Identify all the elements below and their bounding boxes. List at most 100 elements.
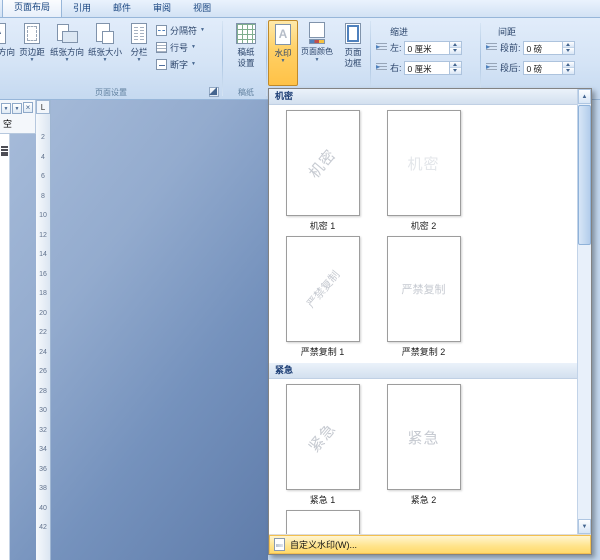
watermark-text: 机密 xyxy=(407,153,439,174)
watermark-option[interactable]: 机密 机密 1 xyxy=(272,110,373,232)
page-borders-button[interactable]: 页面 边框 xyxy=(336,20,370,86)
spin-down-button[interactable] xyxy=(563,47,574,54)
hyphenation-button[interactable]: 断字 ▼ xyxy=(156,57,205,72)
breaks-button[interactable]: 分隔符 ▼ xyxy=(156,23,205,38)
ruler-number: 24 xyxy=(36,343,50,363)
chevron-down-icon: ▼ xyxy=(281,59,286,64)
watermark-text: 严禁复制 xyxy=(302,267,343,311)
watermark-thumbnail: 严禁复制 xyxy=(286,236,360,342)
group-separator xyxy=(222,21,223,96)
scroll-down-button[interactable]: ▼ xyxy=(578,519,591,534)
columns-label: 分栏 xyxy=(130,47,147,57)
page-color-button[interactable]: 页面颜色 ▼ xyxy=(298,20,336,86)
watermark-thumbnail: 紧急 xyxy=(286,384,360,490)
hyphenation-icon xyxy=(156,59,167,70)
watermark-option[interactable]: 严禁复制 严禁复制 1 xyxy=(272,236,373,358)
watermark-option[interactable]: 紧急 紧急 2 xyxy=(373,384,474,506)
watermark-text: 紧急 xyxy=(304,418,341,456)
watermark-option[interactable]: 机密 机密 2 xyxy=(373,110,474,232)
indent-left-spinner[interactable]: 0 厘米 xyxy=(404,41,462,55)
watermark-option-label: 机密 1 xyxy=(310,219,336,232)
spacing-before-value[interactable]: 0 磅 xyxy=(524,42,562,54)
page-setup-dialog-launcher[interactable] xyxy=(209,87,219,97)
spinner-buttons[interactable] xyxy=(449,62,461,74)
watermark-thumbnail: 严禁复制 xyxy=(387,236,461,342)
indent-right-value[interactable]: 0 厘米 xyxy=(405,62,449,74)
page-borders-label-2: 边框 xyxy=(344,58,361,68)
tab-selector[interactable]: L xyxy=(36,100,50,114)
tab-review[interactable]: 审阅 xyxy=(142,0,182,17)
line-numbers-button[interactable]: 行号 ▼ xyxy=(156,40,205,55)
ribbon-tab-bar: 页面布局 引用 邮件 审阅 视图 xyxy=(0,0,600,18)
tab-page-layout[interactable]: 页面布局 xyxy=(2,0,62,17)
indent-right-spinner[interactable]: 0 厘米 xyxy=(404,61,462,75)
indent-right-icon xyxy=(376,63,387,72)
dropdown-button[interactable]: ▼ xyxy=(12,103,22,114)
ruler-number: 6 xyxy=(36,167,50,187)
scrollbar-thumb[interactable] xyxy=(578,105,591,245)
watermark-option[interactable]: 严禁复制 严禁复制 2 xyxy=(373,236,474,358)
watermark-option-label: 严禁复制 2 xyxy=(402,345,446,358)
paper-size-icon xyxy=(93,22,117,46)
spin-down-button[interactable] xyxy=(450,47,461,54)
page-borders-icon xyxy=(341,22,365,46)
custom-watermark-item[interactable]: 自定义水印(W)... xyxy=(269,534,591,554)
group-separator xyxy=(480,23,481,91)
text-direction-button[interactable]: A 文字方向 ▼ xyxy=(0,20,16,86)
dropdown-button[interactable]: ▼ xyxy=(1,103,11,114)
spin-down-button[interactable] xyxy=(450,67,461,74)
spacing-after-value[interactable]: 0 磅 xyxy=(524,62,562,74)
scroll-up-button[interactable]: ▲ xyxy=(578,89,591,104)
watermark-text: 紧急 xyxy=(407,427,439,448)
ruler-number: 12 xyxy=(36,226,50,246)
group-separator xyxy=(370,21,371,96)
gallery-scrollbar[interactable]: ▲ ▼ xyxy=(577,89,591,534)
gallery-section-header-urgent: 紧急 xyxy=(269,363,577,379)
indent-heading: 缩进 xyxy=(390,25,408,38)
tab-references[interactable]: 引用 xyxy=(62,0,102,17)
paper-size-label: 纸张大小 xyxy=(88,47,122,57)
spinner-buttons[interactable] xyxy=(562,62,574,74)
watermark-thumbnail: 紧急 xyxy=(387,384,461,490)
margins-button[interactable]: 页边距 ▼ xyxy=(16,20,48,86)
tab-view[interactable]: 视图 xyxy=(182,0,222,17)
spacing-after-spinner[interactable]: 0 磅 xyxy=(523,61,575,75)
page-borders-label-1: 页面 xyxy=(344,47,361,57)
task-pane-item[interactable]: 空 xyxy=(3,117,35,130)
group-label-paper: 稿纸 xyxy=(224,87,268,98)
spinner-buttons[interactable] xyxy=(449,42,461,54)
ruler-numbers: 24681012141618202224262830323436384042 xyxy=(36,128,50,538)
columns-button[interactable]: 分栏 ▼ xyxy=(124,20,154,86)
breaks-label: 分隔符 xyxy=(170,24,197,37)
grid-settings-label-2: 设置 xyxy=(237,58,254,68)
tab-mailings[interactable]: 邮件 xyxy=(102,0,142,17)
watermark-thumbnail: 尽快 xyxy=(286,510,360,534)
spacing-heading: 间距 xyxy=(498,25,516,38)
orientation-icon xyxy=(55,22,79,46)
ruler-number: 36 xyxy=(36,460,50,480)
group-page-setup: A 文字方向 ▼ 页边距 ▼ 纸张方向 ▼ 纸张大小 ▼ xyxy=(0,18,222,99)
ruler-number: 20 xyxy=(36,304,50,324)
ruler-number: 38 xyxy=(36,479,50,499)
watermark-option[interactable]: 紧急 紧急 1 xyxy=(272,384,373,506)
spinner-buttons[interactable] xyxy=(562,42,574,54)
close-icon[interactable]: × xyxy=(23,102,33,113)
spacing-after-label: 段后: xyxy=(500,61,521,74)
orientation-button[interactable]: 纸张方向 ▼ xyxy=(48,20,86,86)
watermark-option[interactable]: 尽快 尽快 1 xyxy=(272,510,373,534)
ruler-number: 8 xyxy=(36,187,50,207)
spin-down-button[interactable] xyxy=(563,67,574,74)
watermark-button[interactable]: A 水印 ▼ xyxy=(268,20,298,86)
margins-label: 页边距 xyxy=(19,47,45,57)
indent-left-value[interactable]: 0 厘米 xyxy=(405,42,449,54)
paper-size-button[interactable]: 纸张大小 ▼ xyxy=(86,20,124,86)
watermark-gallery-body: 机密 机密 机密 1 机密 机密 2 严禁复制 xyxy=(269,89,577,534)
spacing-before-spinner[interactable]: 0 磅 xyxy=(523,41,575,55)
vertical-ruler: 24681012141618202224262830323436384042 xyxy=(36,100,51,560)
left-pane-strip xyxy=(0,134,10,560)
grid-settings-button[interactable]: 稿纸 设置 xyxy=(226,20,266,86)
hyphenation-label: 断字 xyxy=(170,58,188,71)
watermark-label: 水印 xyxy=(274,48,291,58)
orientation-label: 纸张方向 xyxy=(50,47,84,57)
group-separator xyxy=(266,21,267,96)
